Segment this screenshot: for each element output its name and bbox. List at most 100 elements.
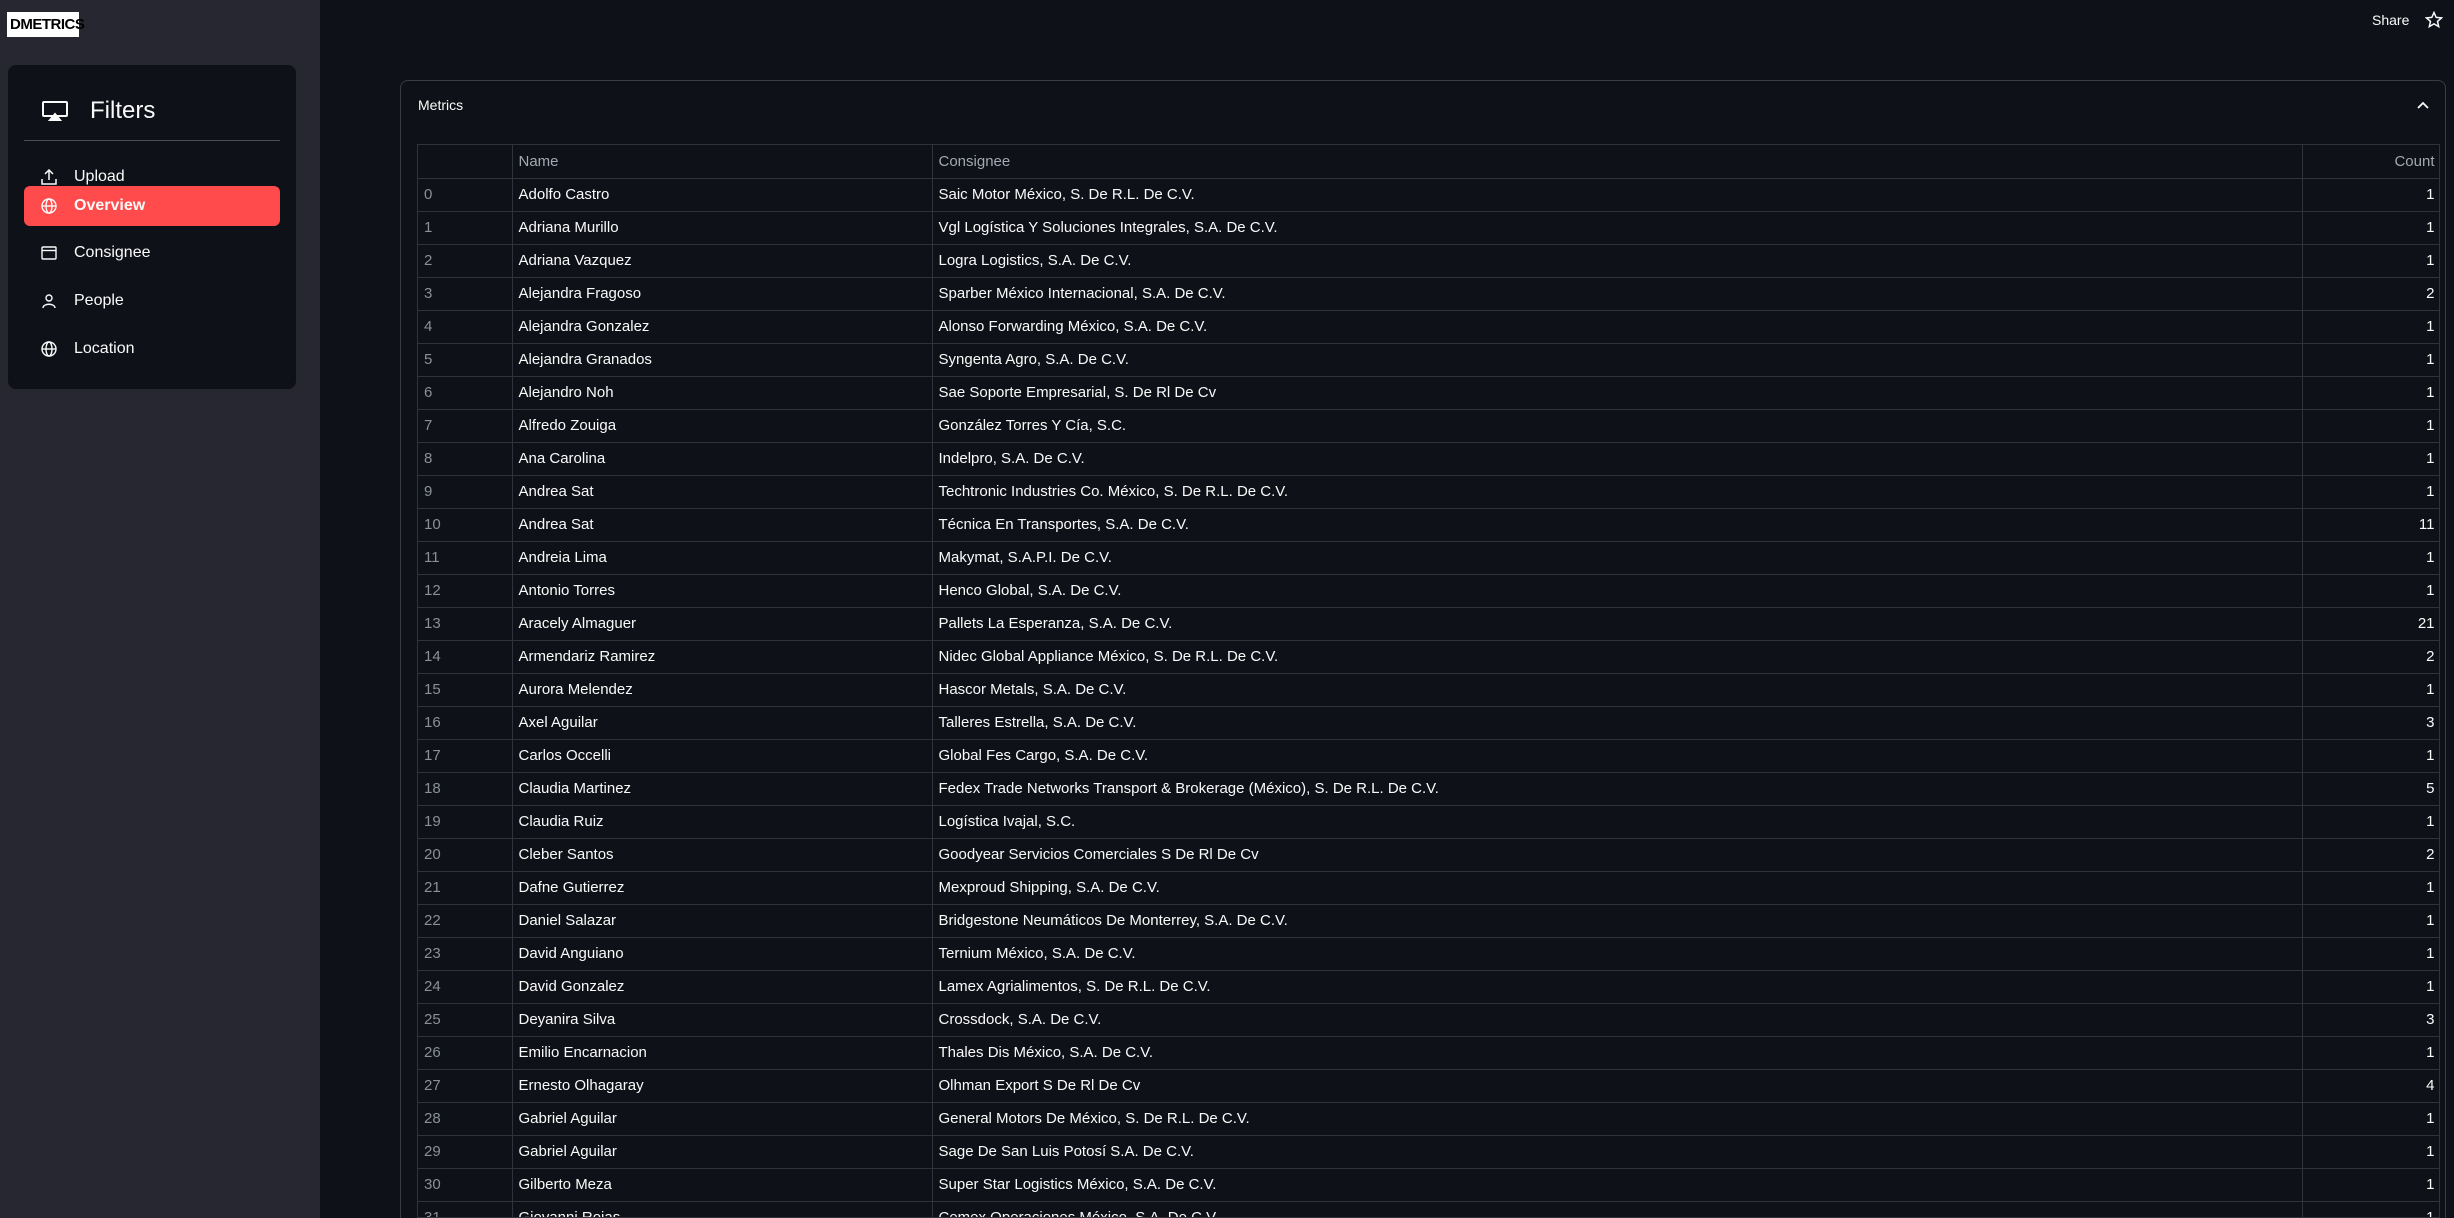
consignee-cell[interactable]: Sparber México Internacional, S.A. De C.… (932, 277, 2303, 311)
table-row[interactable]: 29 Gabriel Aguilar Sage De San Luis Potosí… (418, 1135, 2439, 1169)
table-row[interactable]: 2 Adriana Vazquez Logra Logistics, S.A. De… (418, 244, 2439, 278)
table-row[interactable]: 25 Deyanira Silva Crossdock, S.A. De C.V. 3 (418, 1003, 2439, 1037)
count-cell[interactable]: 1 (2302, 475, 2439, 509)
table-row[interactable]: 4 Alejandra Gonzalez Alonso Forwarding Méx… (418, 310, 2439, 344)
count-cell[interactable]: 1 (2302, 310, 2439, 344)
row-index-cell[interactable]: 22 (418, 904, 513, 938)
nav-item-location[interactable]: Location (24, 329, 280, 369)
table-row[interactable]: 1 Adriana Murillo Vgl Logística Y Solucion… (418, 211, 2439, 245)
consignee-cell[interactable]: Bridgestone Neumáticos De Monterrey, S.A… (932, 904, 2303, 938)
row-index-cell[interactable]: 12 (418, 574, 513, 608)
consignee-cell[interactable]: Syngenta Agro, S.A. De C.V. (932, 343, 2303, 377)
name-cell[interactable]: Claudia Ruiz (512, 805, 933, 839)
row-index-cell[interactable]: 19 (418, 805, 513, 839)
row-index-cell[interactable]: 28 (418, 1102, 513, 1136)
name-cell[interactable]: Gilberto Meza (512, 1168, 933, 1202)
name-cell[interactable]: Aurora Melendez (512, 673, 933, 707)
count-cell[interactable]: 1 (2302, 1102, 2439, 1136)
table-row[interactable]: 20 Cleber Santos Goodyear Servicios Comerc… (418, 838, 2439, 872)
consignee-cell[interactable]: Global Fes Cargo, S.A. De C.V. (932, 739, 2303, 773)
name-cell[interactable]: Adolfo Castro (512, 178, 933, 212)
consignee-cell[interactable]: Makymat, S.A.P.I. De C.V. (932, 541, 2303, 575)
consignee-cell[interactable]: Thales Dis México, S.A. De C.V. (932, 1036, 2303, 1070)
column-header-index[interactable] (418, 145, 513, 179)
name-cell[interactable]: Dafne Gutierrez (512, 871, 933, 905)
table-row[interactable]: 24 David Gonzalez Lamex Agrialimentos, S. … (418, 970, 2439, 1004)
count-cell[interactable]: 1 (2302, 211, 2439, 245)
name-cell[interactable]: Adriana Vazquez (512, 244, 933, 278)
count-cell[interactable]: 1 (2302, 1168, 2439, 1202)
count-cell[interactable]: 1 (2302, 574, 2439, 608)
row-index-cell[interactable]: 20 (418, 838, 513, 872)
row-index-cell[interactable]: 25 (418, 1003, 513, 1037)
name-cell[interactable]: David Gonzalez (512, 970, 933, 1004)
count-cell[interactable]: 3 (2302, 706, 2439, 740)
name-cell[interactable]: Deyanira Silva (512, 1003, 933, 1037)
name-cell[interactable]: Giovanni Rojas (512, 1201, 933, 1217)
count-cell[interactable]: 5 (2302, 772, 2439, 806)
consignee-cell[interactable]: Pallets La Esperanza, S.A. De C.V. (932, 607, 2303, 641)
count-cell[interactable]: 1 (2302, 541, 2439, 575)
count-cell[interactable]: 1 (2302, 1135, 2439, 1169)
table-row[interactable]: 10 Andrea Sat Técnica En Transportes, S.A.… (418, 508, 2439, 542)
column-header-name[interactable]: Name (512, 145, 933, 179)
nav-item-consignee[interactable]: Consignee (24, 233, 280, 273)
count-cell[interactable]: 1 (2302, 1036, 2439, 1070)
consignee-cell[interactable]: Cemex Operaciones México, S.A. De C.V. (932, 1201, 2303, 1217)
name-cell[interactable]: Alejandra Fragoso (512, 277, 933, 311)
consignee-cell[interactable]: Vgl Logística Y Soluciones Integrales, S… (932, 211, 2303, 245)
consignee-cell[interactable]: Saic Motor México, S. De R.L. De C.V. (932, 178, 2303, 212)
star-icon[interactable] (2425, 11, 2443, 29)
table-row[interactable]: 18 Claudia Martinez Fedex Trade Networks T… (418, 772, 2439, 806)
name-cell[interactable]: Carlos Occelli (512, 739, 933, 773)
consignee-cell[interactable]: Técnica En Transportes, S.A. De C.V. (932, 508, 2303, 542)
row-index-cell[interactable]: 21 (418, 871, 513, 905)
count-cell[interactable]: 2 (2302, 277, 2439, 311)
table-row[interactable]: 17 Carlos Occelli Global Fes Cargo, S.A. D… (418, 739, 2439, 773)
consignee-cell[interactable]: Olhman Export S De Rl De Cv (932, 1069, 2303, 1103)
consignee-cell[interactable]: Indelpro, S.A. De C.V. (932, 442, 2303, 476)
row-index-cell[interactable]: 15 (418, 673, 513, 707)
table-row[interactable]: 11 Andreia Lima Makymat, S.A.P.I. De C.V. 1 (418, 541, 2439, 575)
row-index-cell[interactable]: 0 (418, 178, 513, 212)
table-row[interactable]: 6 Alejandro Noh Sae Soporte Empresarial, S… (418, 376, 2439, 410)
consignee-cell[interactable]: Mexproud Shipping, S.A. De C.V. (932, 871, 2303, 905)
count-cell[interactable]: 2 (2302, 640, 2439, 674)
row-index-cell[interactable]: 24 (418, 970, 513, 1004)
count-cell[interactable]: 1 (2302, 343, 2439, 377)
column-header-consignee[interactable]: Consignee (932, 145, 2303, 179)
consignee-cell[interactable]: Lamex Agrialimentos, S. De R.L. De C.V. (932, 970, 2303, 1004)
name-cell[interactable]: Gabriel Aguilar (512, 1135, 933, 1169)
table-row[interactable]: 30 Gilberto Meza Super Star Logistics Méxi… (418, 1168, 2439, 1202)
name-cell[interactable]: Andrea Sat (512, 508, 933, 542)
consignee-cell[interactable]: Logra Logistics, S.A. De C.V. (932, 244, 2303, 278)
row-index-cell[interactable]: 10 (418, 508, 513, 542)
row-index-cell[interactable]: 16 (418, 706, 513, 740)
name-cell[interactable]: Claudia Martinez (512, 772, 933, 806)
table-row[interactable]: 28 Gabriel Aguilar General Motors De Méxic… (418, 1102, 2439, 1136)
consignee-cell[interactable]: Hascor Metals, S.A. De C.V. (932, 673, 2303, 707)
count-cell[interactable]: 21 (2302, 607, 2439, 641)
count-cell[interactable]: 1 (2302, 970, 2439, 1004)
name-cell[interactable]: Adriana Murillo (512, 211, 933, 245)
name-cell[interactable]: Ernesto Olhagaray (512, 1069, 933, 1103)
consignee-cell[interactable]: Sae Soporte Empresarial, S. De Rl De Cv (932, 376, 2303, 410)
expander-header[interactable]: Metrics (401, 81, 2445, 129)
table-row[interactable]: 12 Antonio Torres Henco Global, S.A. De C.… (418, 574, 2439, 608)
row-index-cell[interactable]: 30 (418, 1168, 513, 1202)
table-row[interactable]: 5 Alejandra Granados Syngenta Agro, S.A. D… (418, 343, 2439, 377)
count-cell[interactable]: 1 (2302, 376, 2439, 410)
share-button[interactable]: Share (2372, 12, 2409, 28)
consignee-cell[interactable]: Alonso Forwarding México, S.A. De C.V. (932, 310, 2303, 344)
count-cell[interactable]: 4 (2302, 1069, 2439, 1103)
name-cell[interactable]: Aracely Almaguer (512, 607, 933, 641)
row-index-cell[interactable]: 26 (418, 1036, 513, 1070)
row-index-cell[interactable]: 3 (418, 277, 513, 311)
count-cell[interactable]: 11 (2302, 508, 2439, 542)
row-index-cell[interactable]: 5 (418, 343, 513, 377)
count-cell[interactable]: 1 (2302, 739, 2439, 773)
name-cell[interactable]: Emilio Encarnacion (512, 1036, 933, 1070)
table-row[interactable]: 22 Daniel Salazar Bridgestone Neumáticos D… (418, 904, 2439, 938)
consignee-cell[interactable]: González Torres Y Cía, S.C. (932, 409, 2303, 443)
consignee-cell[interactable]: Super Star Logistics México, S.A. De C.V… (932, 1168, 2303, 1202)
